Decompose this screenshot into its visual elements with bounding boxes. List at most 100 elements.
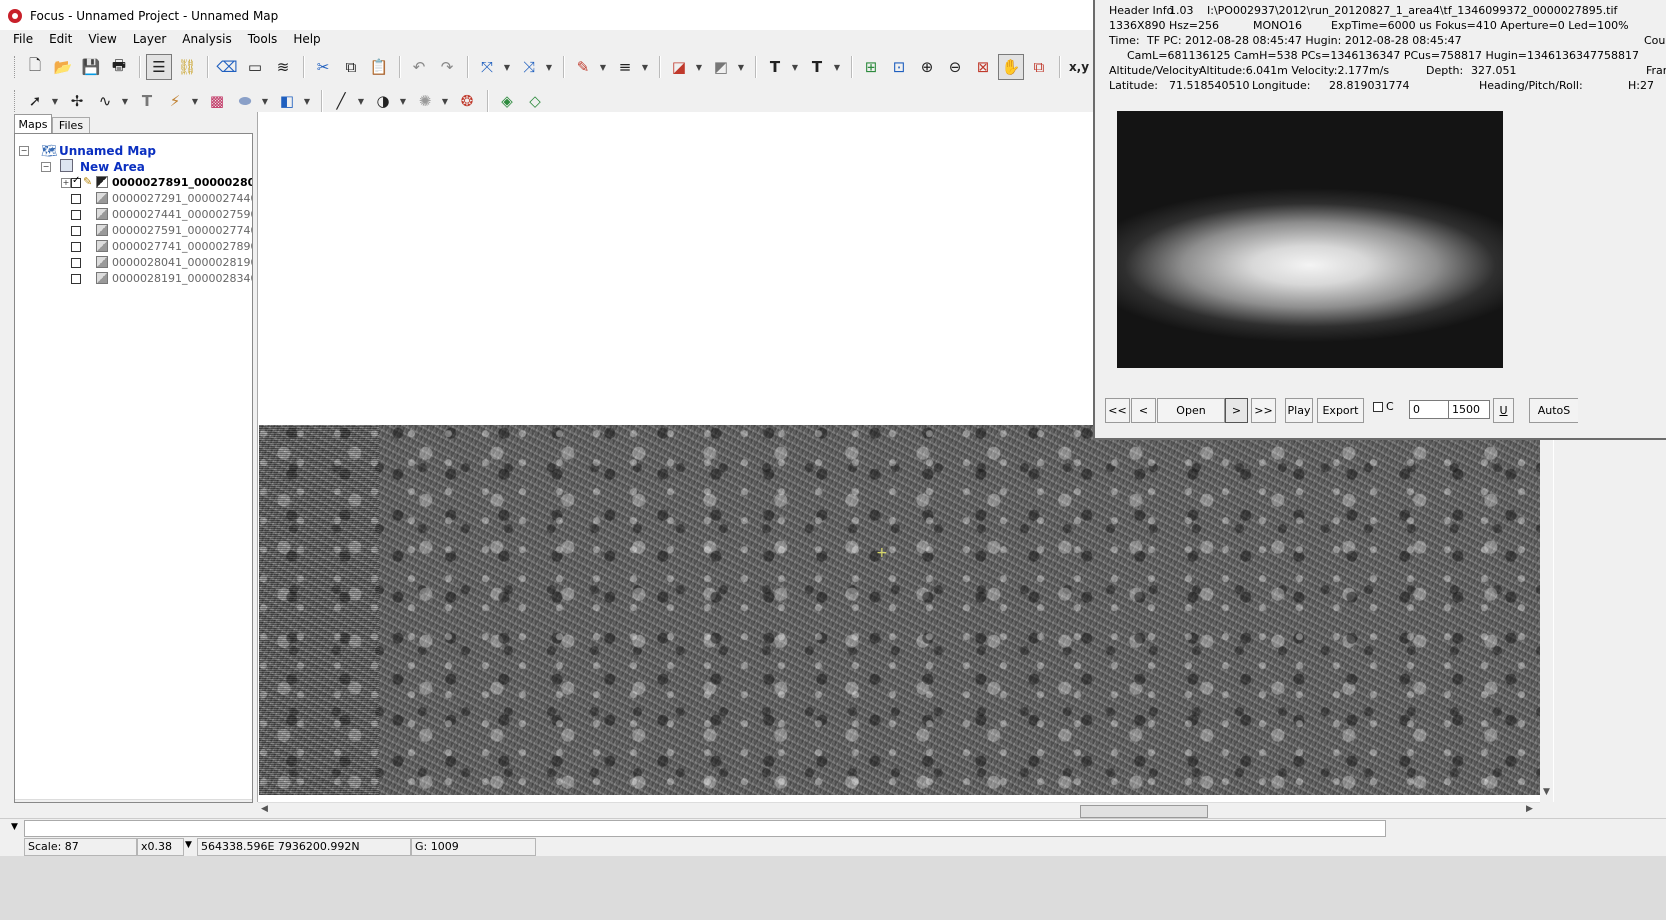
first-frame-button[interactable]: << (1105, 398, 1130, 423)
u-button[interactable]: U (1493, 398, 1514, 423)
line-style-icon[interactable]: ≡ (612, 54, 638, 80)
open-folder-icon[interactable]: 📂 (50, 54, 76, 80)
toolbar-grip[interactable] (14, 56, 18, 78)
status-dropdown-icon[interactable]: ▼ (11, 822, 18, 832)
undo-icon[interactable]: ↶ (406, 54, 432, 80)
expand-icon[interactable]: + (61, 178, 71, 188)
chevron-down-icon[interactable]: ▼ (500, 54, 514, 80)
layer-checkbox[interactable] (71, 226, 81, 236)
chevron-down-icon[interactable]: ▼ (118, 88, 132, 114)
paste-icon[interactable]: 📋 (366, 54, 392, 80)
new-file-icon[interactable]: 🗋 (22, 54, 48, 80)
properties-icon[interactable]: ☰ (146, 54, 172, 80)
node-tool-icon[interactable]: ⤨ (516, 54, 542, 80)
scroll-thumb[interactable] (1080, 805, 1208, 818)
chevron-down-icon[interactable]: ▼ (638, 54, 652, 80)
c-checkbox[interactable] (1373, 402, 1383, 412)
menu-layer[interactable]: Layer (125, 30, 174, 49)
layer-checkbox[interactable] (71, 258, 81, 268)
copy-icon[interactable]: ⧉ (338, 54, 364, 80)
fill-pattern-icon[interactable]: ◩ (708, 54, 734, 80)
next-frame-button[interactable]: > (1225, 398, 1248, 423)
tree-layer[interactable]: 0000028191_0000028340def1 (112, 272, 252, 286)
chevron-down-icon[interactable]: ▼ (734, 54, 748, 80)
layer-add-icon[interactable]: ◈ (494, 88, 520, 114)
coordinates-icon[interactable]: x,y (1066, 54, 1092, 80)
fill-color-icon[interactable]: ◪ (666, 54, 692, 80)
chevron-down-icon[interactable]: ▼ (596, 54, 610, 80)
menu-tools[interactable]: Tools (240, 30, 286, 49)
command-input[interactable] (24, 820, 1386, 837)
range-end-input[interactable]: 1500 (1448, 400, 1490, 419)
range-start-input[interactable]: 0 (1409, 400, 1449, 419)
tree-layer[interactable]: 0000027441_0000027590def1 (112, 208, 252, 222)
tree-area[interactable]: New Area (80, 160, 145, 174)
scroll-left-icon[interactable]: ◀ (18, 801, 25, 802)
light-icon[interactable]: ✺ (412, 88, 438, 114)
magic-wand-icon[interactable]: ⚡ (162, 88, 188, 114)
text-style-icon[interactable]: T (762, 54, 788, 80)
zoom-previous-icon[interactable]: ⧉ (1026, 54, 1052, 80)
tree-layer[interactable]: 0000027591_0000027740def1 (112, 224, 252, 238)
tree-layer[interactable]: 0000027291_0000027440def1 (112, 192, 252, 206)
map-horizontal-scrollbar[interactable]: ◀ ▶ (258, 802, 1540, 818)
chevron-down-icon[interactable]: ▼ (258, 88, 272, 114)
eraser-icon[interactable]: ⌫ (214, 54, 240, 80)
zoom-selection-icon[interactable]: ⊠ (970, 54, 996, 80)
line-tool-icon[interactable]: ╱ (328, 88, 354, 114)
tree-horizontal-scrollbar[interactable]: ◀ ▶ (15, 799, 252, 803)
scroll-right-icon[interactable]: ▶ (240, 801, 247, 802)
grid-select-icon[interactable]: ▩ (204, 88, 230, 114)
autoscale-button[interactable]: AutoS (1529, 398, 1578, 423)
menu-help[interactable]: Help (285, 30, 328, 49)
last-frame-button[interactable]: >> (1251, 398, 1276, 423)
zoom-out-icon[interactable]: ⊖ (942, 54, 968, 80)
pan-hand-icon[interactable]: ✋ (998, 54, 1024, 80)
chevron-down-icon[interactable]: ▼ (692, 54, 706, 80)
tree-layer[interactable]: 0000027741_0000027890def1 (112, 240, 252, 254)
zoom-extent-icon[interactable]: ⊞ (858, 54, 884, 80)
layer-stack-icon[interactable]: ◇ (522, 88, 548, 114)
blob-icon[interactable]: ⬬ (232, 88, 258, 114)
save-icon[interactable]: 💾 (78, 54, 104, 80)
print-icon[interactable]: 🖶 (106, 54, 132, 80)
menu-view[interactable]: View (80, 30, 124, 49)
layer-checkbox[interactable] (71, 274, 81, 284)
collapse-icon[interactable]: − (41, 162, 51, 172)
layers-icon[interactable]: ≋ (270, 54, 296, 80)
vertex-tool-icon[interactable]: ✢ (64, 88, 90, 114)
layer-checkbox[interactable] (71, 194, 81, 204)
scroll-left-icon[interactable]: ◀ (261, 804, 268, 814)
cut-icon[interactable]: ✂ (310, 54, 336, 80)
font-icon[interactable]: T (804, 54, 830, 80)
play-button[interactable]: Play (1285, 398, 1313, 423)
polyline-icon[interactable]: ∿ (92, 88, 118, 114)
chevron-down-icon[interactable]: ▼ (396, 88, 410, 114)
color-channels-icon[interactable]: ❂ (454, 88, 480, 114)
zoom-window-icon[interactable]: ⊡ (886, 54, 912, 80)
measure-icon[interactable]: ◑ (370, 88, 396, 114)
menu-analysis[interactable]: Analysis (174, 30, 239, 49)
redo-icon[interactable]: ↷ (434, 54, 460, 80)
frame-icon[interactable]: ▭ (242, 54, 268, 80)
chevron-down-icon[interactable]: ▼ (48, 88, 62, 114)
tab-files[interactable]: Files (52, 117, 90, 134)
zoom-dropdown-icon[interactable]: ▼ (185, 840, 192, 850)
layer-checkbox[interactable] (71, 210, 81, 220)
menu-file[interactable]: File (0, 30, 41, 49)
seafloor-mosaic-image[interactable] (259, 425, 1541, 795)
chevron-down-icon[interactable]: ▼ (354, 88, 368, 114)
chevron-down-icon[interactable]: ▼ (188, 88, 202, 114)
menu-edit[interactable]: Edit (41, 30, 80, 49)
zoom-in-icon[interactable]: ⊕ (914, 54, 940, 80)
scroll-thumb[interactable] (31, 802, 137, 803)
chevron-down-icon[interactable]: ▼ (830, 54, 844, 80)
text-tool-icon[interactable]: T (134, 88, 160, 114)
tab-maps[interactable]: Maps (14, 114, 52, 134)
tree-layer-selected[interactable]: 0000027891_0000028040 (112, 176, 252, 190)
layer-checkbox[interactable] (71, 175, 81, 188)
select-arrow-icon[interactable]: ➚ (22, 88, 48, 114)
scroll-right-icon[interactable]: ▶ (1526, 804, 1533, 814)
export-button[interactable]: Export (1317, 398, 1364, 423)
map-vertical-scrollbar[interactable]: ▼ (1540, 425, 1553, 802)
